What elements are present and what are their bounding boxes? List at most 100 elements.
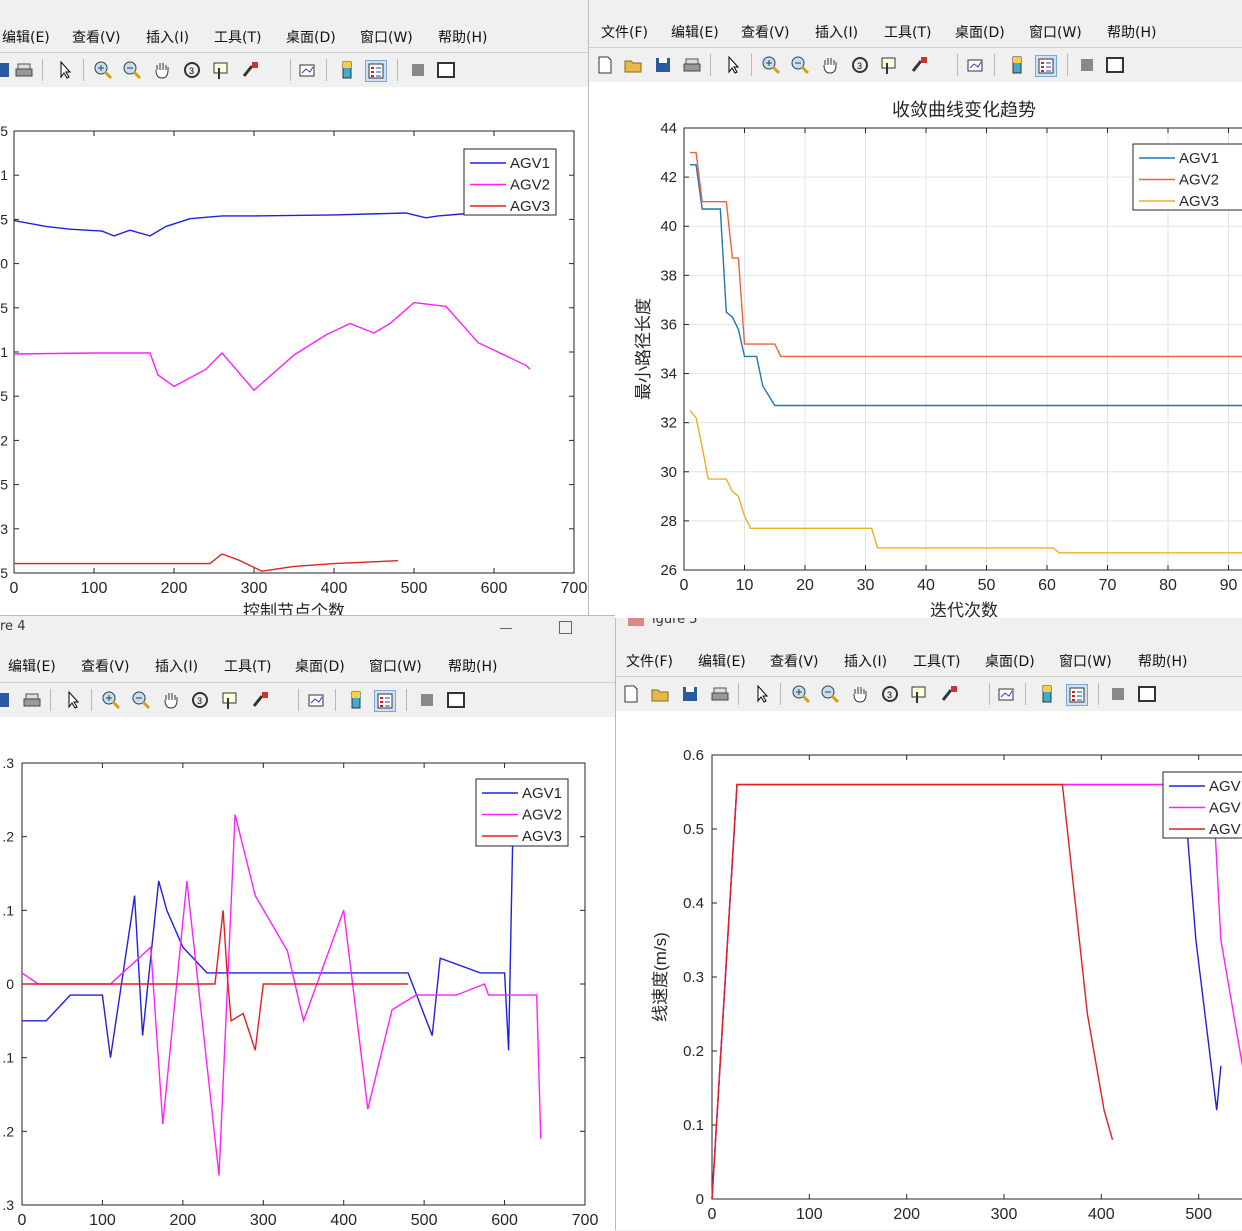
print-icon[interactable] [14,60,34,80]
new-file-icon[interactable] [621,684,641,704]
print-icon[interactable] [22,690,42,710]
link-plot-icon[interactable] [966,55,986,75]
x-tick-label: 200 [170,1212,197,1229]
pointer-icon[interactable] [723,55,743,75]
menu-desktop[interactable]: 桌面(D) [985,651,1035,671]
menu-file[interactable]: 文件(F) [626,651,673,671]
zoom-out-icon[interactable] [122,60,142,80]
dock-icon[interactable] [446,690,466,710]
hide-tools-icon[interactable] [417,690,437,710]
pointer-icon[interactable] [752,684,772,704]
y-tick-label: 40 [660,218,677,235]
menu-file[interactable]: 文件(F) [601,22,648,42]
save-icon[interactable] [653,55,673,75]
pointer-icon[interactable] [55,60,75,80]
data-cursor-icon[interactable] [220,690,240,710]
zoom-out-icon[interactable] [820,684,840,704]
legend-icon[interactable] [374,690,396,712]
link-plot-icon[interactable] [997,684,1017,704]
menu-edit[interactable]: 编辑(E) [671,22,719,42]
print-icon[interactable] [682,55,702,75]
data-cursor-icon[interactable] [879,55,899,75]
menu-tools[interactable]: 工具(T) [913,651,960,671]
colorbar-icon[interactable] [337,60,357,80]
menu-insert[interactable]: 插入(I) [815,22,858,42]
menu-window[interactable]: 窗口(W) [1059,651,1112,671]
menu-tools[interactable]: 工具(T) [224,656,271,676]
menu-desktop[interactable]: 桌面(D) [286,27,336,47]
zoom-out-icon[interactable] [131,690,151,710]
menu-help[interactable]: 帮助(H) [438,27,487,47]
new-file-icon[interactable] [595,55,615,75]
menu-help[interactable]: 帮助(H) [1138,651,1187,671]
menu-window[interactable]: 窗口(W) [1029,22,1082,42]
zoom-out-icon[interactable] [790,55,810,75]
x-tick-label: 90 [1220,577,1238,594]
open-folder-icon[interactable] [650,684,670,704]
rotate-icon[interactable]: 3 [182,60,202,80]
colorbar-icon[interactable] [1037,684,1057,704]
menu-desktop[interactable]: 桌面(D) [955,22,1005,42]
save-icon[interactable] [0,690,12,710]
menu-desktop[interactable]: 桌面(D) [295,656,345,676]
menu-help[interactable]: 帮助(H) [1107,22,1156,42]
series-line-agv-1 [711,783,1222,1200]
menu-view[interactable]: 查看(V) [770,651,819,671]
legend-icon[interactable] [1066,684,1088,706]
pan-hand-icon[interactable] [161,690,181,710]
dock-icon[interactable] [1105,55,1125,75]
menu-window[interactable]: 窗口(W) [369,656,422,676]
x-tick-label: 40 [917,577,935,594]
menu-insert[interactable]: 插入(I) [844,651,887,671]
hide-tools-icon[interactable] [1108,684,1128,704]
print-icon[interactable] [710,684,730,704]
legend-icon[interactable] [365,60,387,82]
menu-insert[interactable]: 插入(I) [155,656,198,676]
brush-icon[interactable] [250,690,270,710]
dock-icon[interactable] [436,60,456,80]
y-tick-label: 30 [660,464,677,481]
y-tick-label: 28 [660,513,677,530]
brush-icon[interactable] [939,684,959,704]
zoom-in-icon[interactable] [93,60,113,80]
hide-tools-icon[interactable] [408,60,428,80]
brush-icon[interactable] [240,60,260,80]
menu-view[interactable]: 查看(V) [741,22,790,42]
legend-icon[interactable] [1035,55,1057,77]
menu-edit[interactable]: 编辑(E) [2,27,50,47]
x-tick-label: 100 [796,1206,823,1223]
rotate-icon[interactable]: 3 [190,690,210,710]
hide-tools-icon[interactable] [1077,55,1097,75]
link-plot-icon[interactable] [298,60,318,80]
zoom-in-icon[interactable] [101,690,121,710]
minimize-button[interactable] [500,628,512,629]
pan-hand-icon[interactable] [152,60,172,80]
menu-tools[interactable]: 工具(T) [884,22,931,42]
open-folder-icon[interactable] [623,55,643,75]
zoom-in-icon[interactable] [791,684,811,704]
colorbar-icon[interactable] [346,690,366,710]
pointer-icon[interactable] [63,690,83,710]
rotate-icon[interactable]: 3 [850,55,870,75]
rotate-icon[interactable]: 3 [880,684,900,704]
menu-window[interactable]: 窗口(W) [360,27,413,47]
pan-hand-icon[interactable] [850,684,870,704]
pan-hand-icon[interactable] [820,55,840,75]
maximize-button[interactable] [559,621,572,634]
link-plot-icon[interactable] [307,690,327,710]
menu-view[interactable]: 查看(V) [81,656,130,676]
data-cursor-icon[interactable] [211,60,231,80]
zoom-in-icon[interactable] [761,55,781,75]
menu-edit[interactable]: 编辑(E) [698,651,746,671]
menu-edit[interactable]: 编辑(E) [8,656,56,676]
menu-insert[interactable]: 插入(I) [146,27,189,47]
menu-tools[interactable]: 工具(T) [214,27,261,47]
menu-view[interactable]: 查看(V) [72,27,121,47]
save-icon[interactable] [0,60,12,80]
dock-icon[interactable] [1137,684,1157,704]
colorbar-icon[interactable] [1007,55,1027,75]
data-cursor-icon[interactable] [909,684,929,704]
menu-help[interactable]: 帮助(H) [448,656,497,676]
save-icon[interactable] [680,684,700,704]
brush-icon[interactable] [909,55,929,75]
